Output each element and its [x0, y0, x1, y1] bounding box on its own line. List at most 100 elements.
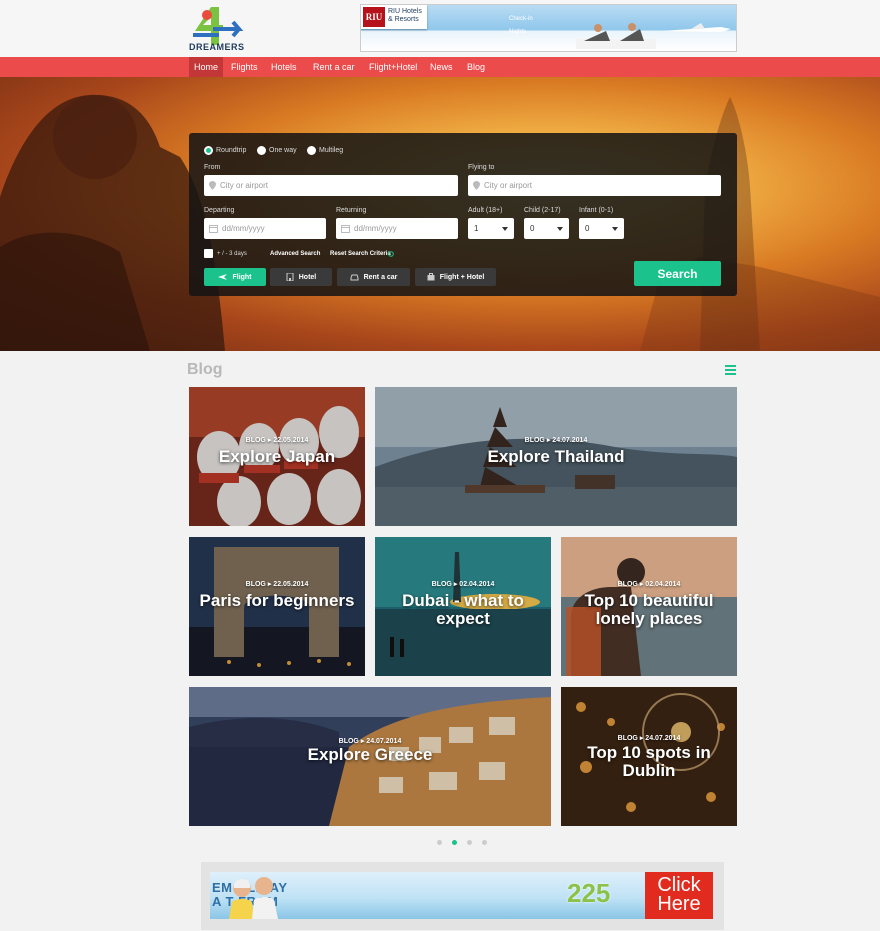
tab-hotel[interactable]: Hotel — [270, 268, 332, 286]
post-meta: BLOG ▸ 22.05.2014 — [245, 581, 309, 588]
refresh-icon[interactable] — [388, 251, 394, 257]
ad-couple-image — [229, 877, 278, 919]
tab-rent-a-car[interactable]: Rent a car — [337, 268, 410, 286]
flex-days-checkbox[interactable] — [204, 249, 213, 258]
post-category: BLOG — [245, 437, 266, 444]
nav-rent-a-car[interactable]: Rent a car — [308, 57, 360, 77]
location-pin-icon — [209, 181, 216, 190]
plane-icon — [218, 274, 228, 280]
nav-flights[interactable]: Flights — [226, 57, 263, 77]
blog-card-dubai[interactable]: BLOG ▸ 02.04.2014 Dubai - what to expect — [375, 537, 551, 676]
post-date: 22.05.2014 — [273, 581, 309, 588]
post-meta: BLOG ▸ 24.07.2014 — [524, 437, 588, 444]
trip-type-multileg[interactable]: Multileg — [307, 146, 343, 155]
riu-brand-box: RIU RIU Hotels & Resorts — [361, 5, 427, 29]
carousel-dot-1[interactable] — [437, 840, 442, 845]
ad-click-here-button[interactable]: Click Here — [645, 872, 713, 919]
radio-label: Roundtrip — [216, 147, 247, 154]
post-meta: BLOG ▸ 02.04.2014 — [617, 581, 681, 588]
post-title: Top 10 beautiful lonely places — [584, 591, 714, 628]
ad-line-1: Check-in — [509, 16, 533, 22]
blog-card-greece[interactable]: BLOG ▸ 24.07.2014 Explore Greece — [189, 687, 551, 826]
adult-label: Adult (18+) — [468, 207, 503, 214]
calendar-icon — [341, 225, 350, 233]
post-date: 02.04.2014 — [459, 581, 495, 588]
adult-select[interactable]: 1 — [468, 218, 514, 239]
blog-card-japan[interactable]: BLOG ▸ 22.05.2014 Explore Japan — [189, 387, 365, 526]
location-pin-icon — [473, 181, 480, 190]
adult-value: 1 — [474, 224, 479, 233]
returning-date-input[interactable]: dd/mm/yyyy — [336, 218, 458, 239]
logo-text: DREAMERS — [189, 42, 245, 52]
radio-icon — [257, 146, 266, 155]
carousel-dot-4[interactable] — [482, 840, 487, 845]
tab-label: Flight + Hotel — [439, 273, 485, 281]
chevron-down-icon — [612, 227, 618, 231]
chevron-down-icon — [502, 227, 508, 231]
child-label: Child (2-17) — [524, 207, 561, 214]
blog-card-lonely-places[interactable]: BLOG ▸ 02.04.2014 Top 10 beautiful lonel… — [561, 537, 737, 676]
infant-select[interactable]: 0 — [579, 218, 624, 239]
hotel-icon — [286, 273, 294, 281]
post-category: BLOG — [617, 735, 638, 742]
child-value: 0 — [530, 224, 535, 233]
tab-flight-hotel[interactable]: Flight + Hotel — [415, 268, 496, 286]
menu-icon[interactable] — [725, 365, 736, 375]
nav-news[interactable]: News — [425, 57, 458, 77]
nav-flight-hotel[interactable]: Flight+Hotel — [364, 57, 422, 77]
tab-flight[interactable]: Flight — [204, 268, 266, 286]
nav-home[interactable]: Home — [189, 57, 224, 77]
from-placeholder: City or airport — [220, 181, 269, 190]
trip-type-roundtrip[interactable]: Roundtrip — [204, 146, 246, 155]
blog-card-thailand[interactable]: BLOG ▸ 24.07.2014 Explore Thailand — [375, 387, 737, 526]
blog-card-paris[interactable]: BLOG ▸ 22.05.2014 Paris for beginners — [189, 537, 365, 676]
riu-logo: RIU — [363, 7, 385, 27]
ad-banner-top[interactable]: RIU RIU Hotels & Resorts Check-in Nights — [360, 4, 737, 52]
post-date: 24.07.2014 — [366, 738, 402, 745]
child-select[interactable]: 0 — [524, 218, 569, 239]
post-category: BLOG — [245, 581, 266, 588]
carousel-dot-2[interactable] — [452, 840, 457, 845]
flex-days-label: + / - 3 days — [217, 251, 247, 257]
to-placeholder: City or airport — [484, 181, 533, 190]
post-meta: BLOG ▸ 22.05.2014 — [245, 437, 309, 444]
returning-label: Returning — [336, 207, 367, 214]
post-date: 24.07.2014 — [645, 735, 681, 742]
ad-bottom-price: 225 — [567, 878, 611, 908]
returning-placeholder: dd/mm/yyyy — [354, 224, 397, 233]
to-input[interactable]: City or airport — [468, 175, 721, 196]
carousel-pagination — [437, 840, 487, 845]
ad-people-image — [576, 23, 656, 49]
post-title: Explore Thailand — [487, 447, 625, 466]
post-title: Dubai - what to expect — [402, 591, 524, 628]
blog-section-title: Blog — [187, 361, 223, 378]
post-category: BLOG — [431, 581, 452, 588]
radio-selected-icon — [204, 146, 213, 155]
blog-card-dublin[interactable]: BLOG ▸ 24.07.2014 Top 10 spots in Dublin — [561, 687, 737, 826]
ad-banner-bottom[interactable]: EM OLIDAY A T FROM 225 Click Here — [210, 872, 713, 919]
advanced-search-link[interactable]: Advanced Search — [270, 251, 320, 257]
infant-value: 0 — [585, 224, 590, 233]
reset-search-link[interactable]: Reset Search Criteria — [330, 251, 391, 257]
radio-label: Multileg — [319, 147, 344, 154]
nav-hotels[interactable]: Hotels — [266, 57, 302, 77]
nav-blog[interactable]: Blog — [462, 57, 490, 77]
trip-type-one-way[interactable]: One way — [257, 146, 297, 155]
tab-label: Hotel — [298, 273, 317, 281]
search-button[interactable]: Search — [634, 261, 721, 286]
departing-date-input[interactable]: dd/mm/yyyy — [204, 218, 326, 239]
ad-checkin-text: Check-in Nights — [509, 13, 533, 39]
suitcase-icon — [427, 273, 435, 281]
post-title: Paris for beginners — [199, 591, 355, 610]
post-category: BLOG — [524, 437, 545, 444]
post-title: Top 10 spots in Dublin — [587, 743, 711, 780]
car-icon — [350, 274, 359, 280]
to-label: Flying to — [468, 164, 495, 171]
carousel-dot-3[interactable] — [467, 840, 472, 845]
post-category: BLOG — [338, 738, 359, 745]
from-input[interactable]: City or airport — [204, 175, 458, 196]
post-category: BLOG — [617, 581, 638, 588]
calendar-icon — [209, 225, 218, 233]
chevron-down-icon — [557, 227, 563, 231]
radio-label: One way — [269, 147, 297, 154]
